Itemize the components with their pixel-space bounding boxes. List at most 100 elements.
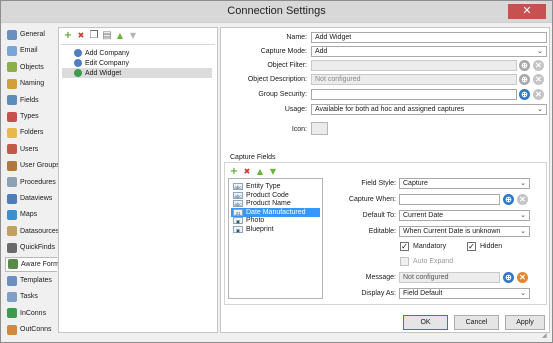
move-field-up-icon[interactable]: ▲ [255,167,265,177]
list-item[interactable]: Add Widget [62,68,212,78]
capture-mode-dropdown[interactable]: Add ⌄ [311,46,547,57]
chevron-down-icon: ⌄ [520,290,526,297]
object-filter-label: Object Filter: [267,62,307,69]
remove-field-icon[interactable]: ✖ [242,167,252,177]
mandatory-checkbox[interactable]: ✓ [400,242,409,251]
form-icon-picker[interactable] [311,122,328,135]
object-description-field[interactable]: Not configured [311,74,517,85]
cancel-button[interactable]: Cancel [454,315,499,330]
nav-item-naming[interactable]: Naming [5,76,57,91]
nav-item-label: Types [20,113,39,120]
title-bar: Connection Settings ✕ [1,1,552,23]
clear-object-filter-icon[interactable]: ✕ [533,60,544,71]
display-as-dropdown[interactable]: Field Default ⌄ [399,288,530,299]
move-up-icon[interactable]: ▲ [115,31,125,41]
add-icon[interactable]: + [63,31,73,41]
copy-icon[interactable]: ❐ [89,31,99,41]
capture-field-label: Entity Type [246,183,281,190]
user-groups-icon [7,160,17,171]
nav-item-label: Procedures [20,178,56,186]
nav-item-inconns[interactable]: InConns [5,306,57,321]
editable-value: When Current Date is unknown [403,228,501,235]
default-to-label: Default To: [362,212,396,219]
inconns-icon [7,308,17,319]
editable-dropdown[interactable]: When Current Date is unknown ⌄ [399,226,530,237]
edit-object-description-icon[interactable]: ⊕ [519,74,530,85]
nav-item-types[interactable]: Types [5,109,57,124]
move-down-icon[interactable]: ▼ [128,31,138,41]
clear-group-security-icon[interactable]: ✕ [533,89,544,100]
nav-item-dataviews[interactable]: Dataviews [5,191,57,206]
name-label: Name: [286,34,307,41]
clear-capture-when-icon[interactable]: ✕ [517,194,528,205]
clear-object-description-icon[interactable]: ✕ [533,74,544,85]
object-description-label: Object Description: [247,76,307,83]
paste-icon[interactable]: ▤ [102,31,112,41]
settings-nav: General Email Objects Naming Fields Types Fold… [5,27,63,339]
capture-field-label: Product Name [246,200,291,208]
group-security-field[interactable] [311,89,517,100]
nav-item-tasks[interactable]: Tasks [5,289,57,304]
edit-object-filter-icon[interactable]: ⊕ [519,60,530,71]
nav-item-folders[interactable]: Folders [5,125,57,140]
nav-item-user-groups[interactable]: User Groups [5,158,60,173]
resize-grip-icon[interactable]: ◢ [542,332,550,340]
nav-item-label: General [20,31,45,38]
nav-item-datasources[interactable]: Datasources [5,224,60,239]
hidden-checkbox[interactable]: ✓ [467,242,476,251]
form-icon [74,59,82,67]
auto-expand-checkbox[interactable] [400,257,409,266]
clear-message-icon[interactable]: ✕ [517,272,528,283]
capture-fields-toolbar: + ✖ ▲ ▼ [229,167,278,177]
nav-item-procedures[interactable]: Procedures [5,175,57,190]
object-filter-field[interactable] [311,60,517,71]
list-item[interactable]: Add Company [62,48,212,58]
nav-item-label: Templates [20,277,52,284]
users-icon [7,144,17,155]
nav-item-general[interactable]: General [5,27,57,42]
nav-item-label: Datasources [20,227,60,235]
ok-button[interactable]: OK [403,315,448,330]
move-field-down-icon[interactable]: ▼ [268,167,278,177]
message-field[interactable]: Not configured [399,272,500,283]
capture-when-field[interactable] [399,194,500,205]
forms-toolbar: + ✖ ❐ ▤ ▲ ▼ [63,31,138,43]
tasks-icon [7,291,17,302]
apply-button[interactable]: Apply [505,315,545,330]
field-style-dropdown[interactable]: Capture ⌄ [399,178,530,189]
nav-item-templates[interactable]: Templates [5,273,57,288]
list-item-label: Add Widget [85,69,122,77]
capture-fields-list: abc Entity Type abc Product Code abc Product … [228,178,323,299]
aware-forms-icon [8,259,18,270]
list-item[interactable]: Edit Company [62,58,212,68]
remove-icon[interactable]: ✖ [76,31,86,41]
nav-item-label: Users [20,145,39,153]
usage-dropdown[interactable]: Available for both ad hoc and assigned c… [311,104,547,115]
name-field[interactable]: Add Widget [311,32,547,43]
nav-item-users[interactable]: Users [5,142,57,157]
nav-item-outconns[interactable]: OutConns [5,322,57,337]
forms-list-panel: + ✖ ❐ ▤ ▲ ▼ Add Company Edit Company Add W… [58,27,218,333]
nav-item-label: Fields [20,96,39,104]
edit-capture-when-icon[interactable]: ⊕ [503,194,514,205]
nav-item-maps[interactable]: Maps [5,207,57,222]
nav-item-label: InConns [20,309,47,317]
close-window-button[interactable]: ✕ [508,4,546,19]
default-to-dropdown[interactable]: Current Date ⌄ [399,210,530,221]
field-style-value: Capture [403,180,428,187]
email-icon [7,45,17,56]
edit-message-icon[interactable]: ⊕ [503,272,514,283]
image-field-icon: ▣ [233,217,243,225]
display-as-label: Display As: [361,290,396,297]
mandatory-label: Mandatory [413,243,447,250]
edit-group-security-icon[interactable]: ⊕ [519,89,530,100]
nav-item-objects[interactable]: Objects [5,60,57,75]
nav-item-fields[interactable]: Fields [5,93,57,108]
capture-field-item[interactable]: ▣ Blueprint [231,225,320,234]
nav-item-label: Tasks [20,293,38,301]
nav-item-quickfinds[interactable]: QuickFinds [5,240,57,255]
nav-item-aware-forms[interactable]: Aware Forms [5,256,63,272]
nav-item-email[interactable]: Email [5,43,57,58]
nav-item-label: Folders [20,129,44,137]
add-field-icon[interactable]: + [229,167,239,177]
